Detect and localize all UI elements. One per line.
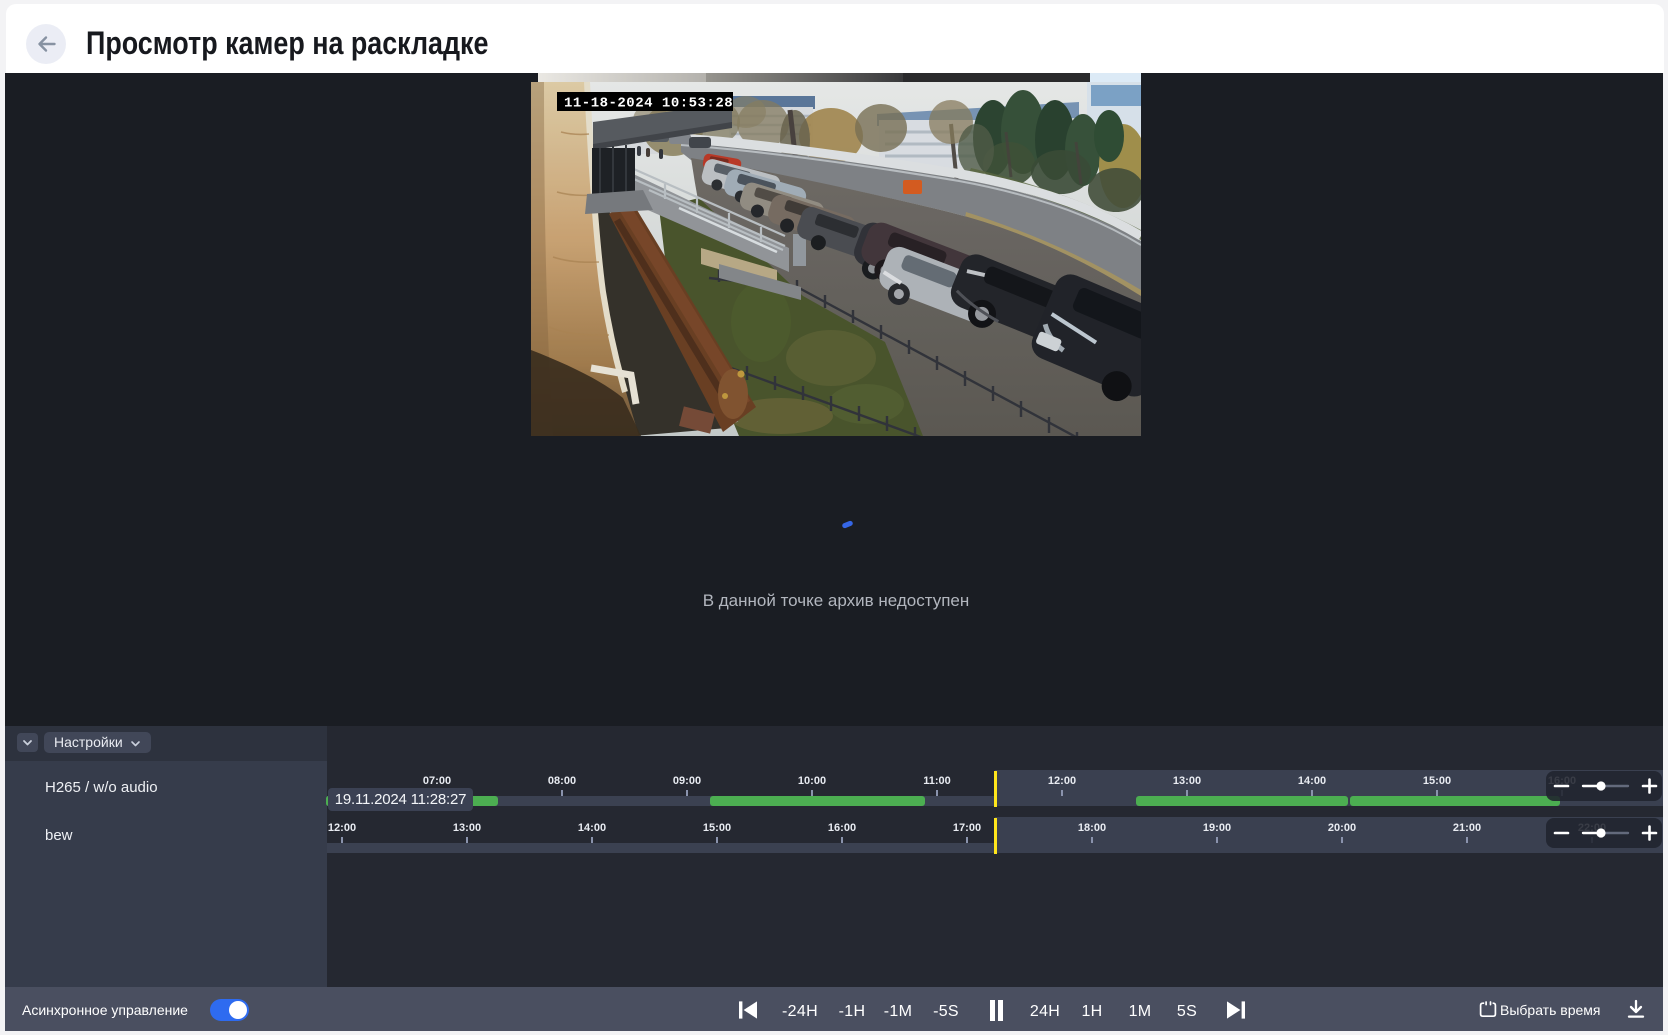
svg-text:11-18-2024 10:53:28: 11-18-2024 10:53:28	[564, 96, 733, 112]
